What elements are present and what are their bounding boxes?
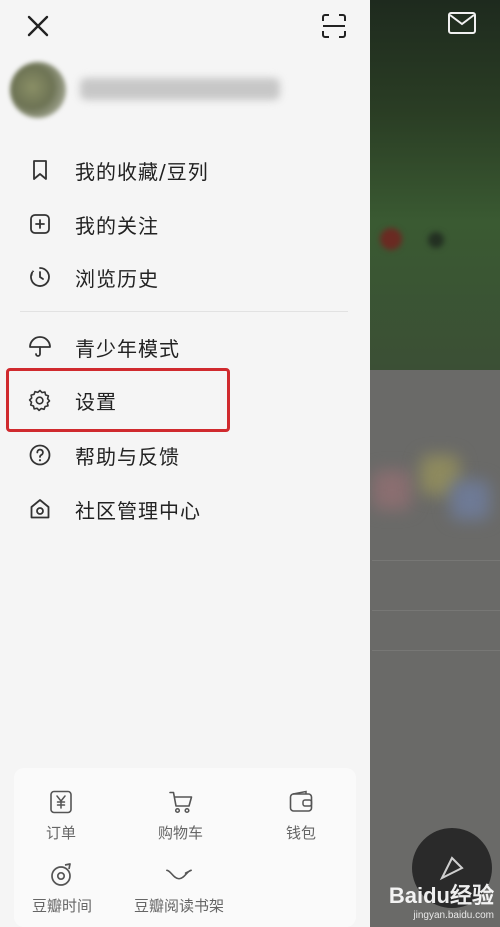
douban-time-icon <box>48 861 76 889</box>
shortcut-label: 订单 <box>46 824 77 842</box>
menu-item-favorites[interactable]: 我的收藏/豆列 <box>10 148 350 192</box>
menu-item-history[interactable]: 浏览历史 <box>10 255 350 299</box>
umbrella-icon <box>22 329 58 365</box>
highlight-annotation-box <box>6 368 230 432</box>
bottom-shortcuts-panel: 订单 购物车 钱包 豆瓣时间 豆瓣阅读书架 <box>14 768 356 927</box>
shortcut-label: 豆瓣时间 <box>32 897 93 915</box>
close-icon <box>27 15 49 37</box>
background-blob <box>450 480 490 520</box>
cart-icon <box>167 788 195 816</box>
profile-section[interactable] <box>10 62 300 118</box>
douban-read-icon <box>165 861 193 889</box>
menu-item-help[interactable]: 帮助与反馈 <box>10 433 350 477</box>
shortcut-cart[interactable]: 购物车 <box>158 788 203 843</box>
wallet-icon <box>287 788 315 816</box>
background-divider <box>372 610 500 611</box>
bookmark-icon <box>22 152 58 188</box>
shortcut-label: 钱包 <box>286 824 317 842</box>
shortcut-douban-time[interactable]: 豆瓣时间 <box>32 861 92 916</box>
menu-item-following[interactable]: 我的关注 <box>10 202 350 246</box>
help-icon <box>22 437 58 473</box>
menu-item-teen-mode[interactable]: 青少年模式 <box>10 325 350 369</box>
shortcut-wallet[interactable]: 钱包 <box>286 788 316 843</box>
add-square-icon <box>22 206 58 242</box>
menu-item-label: 青少年模式 <box>75 336 180 361</box>
shortcut-douban-read[interactable]: 豆瓣阅读书架 <box>134 861 224 916</box>
shortcut-label: 购物车 <box>158 824 204 842</box>
order-yen-icon <box>47 788 75 816</box>
menu-item-label: 社区管理中心 <box>75 498 201 523</box>
menu-item-label: 我的关注 <box>75 213 159 238</box>
background-dark-dot <box>428 232 444 248</box>
shortcut-orders[interactable]: 订单 <box>46 788 76 843</box>
background-blob <box>372 470 412 510</box>
close-button[interactable] <box>20 8 56 44</box>
background-divider <box>372 650 500 651</box>
menu-divider <box>20 311 348 312</box>
watermark-main: Baidu经验 <box>388 883 494 908</box>
background-banner <box>370 0 500 370</box>
menu-item-label: 浏览历史 <box>75 266 159 291</box>
history-clock-icon <box>22 259 58 295</box>
scan-icon <box>322 14 346 38</box>
username[interactable] <box>80 78 280 100</box>
side-drawer: 我的收藏/豆列 我的关注 浏览历史 青少年模式 设置 帮助与反馈 社区管理中心 … <box>0 0 370 927</box>
background-divider <box>372 560 500 561</box>
scan-button[interactable] <box>316 8 352 44</box>
shortcut-label: 豆瓣阅读书架 <box>134 897 225 915</box>
menu-item-label: 帮助与反馈 <box>75 444 180 469</box>
menu-item-label: 我的收藏/豆列 <box>75 159 209 184</box>
background-red-dot <box>380 228 402 250</box>
menu-item-community-admin[interactable]: 社区管理中心 <box>10 487 350 531</box>
avatar[interactable] <box>10 62 66 118</box>
watermark-sub: jingyan.baidu.com <box>413 910 494 921</box>
watermark: Baidu经验 jingyan.baidu.com <box>389 878 494 921</box>
mail-icon[interactable] <box>447 11 477 39</box>
home-shield-icon <box>22 491 58 527</box>
